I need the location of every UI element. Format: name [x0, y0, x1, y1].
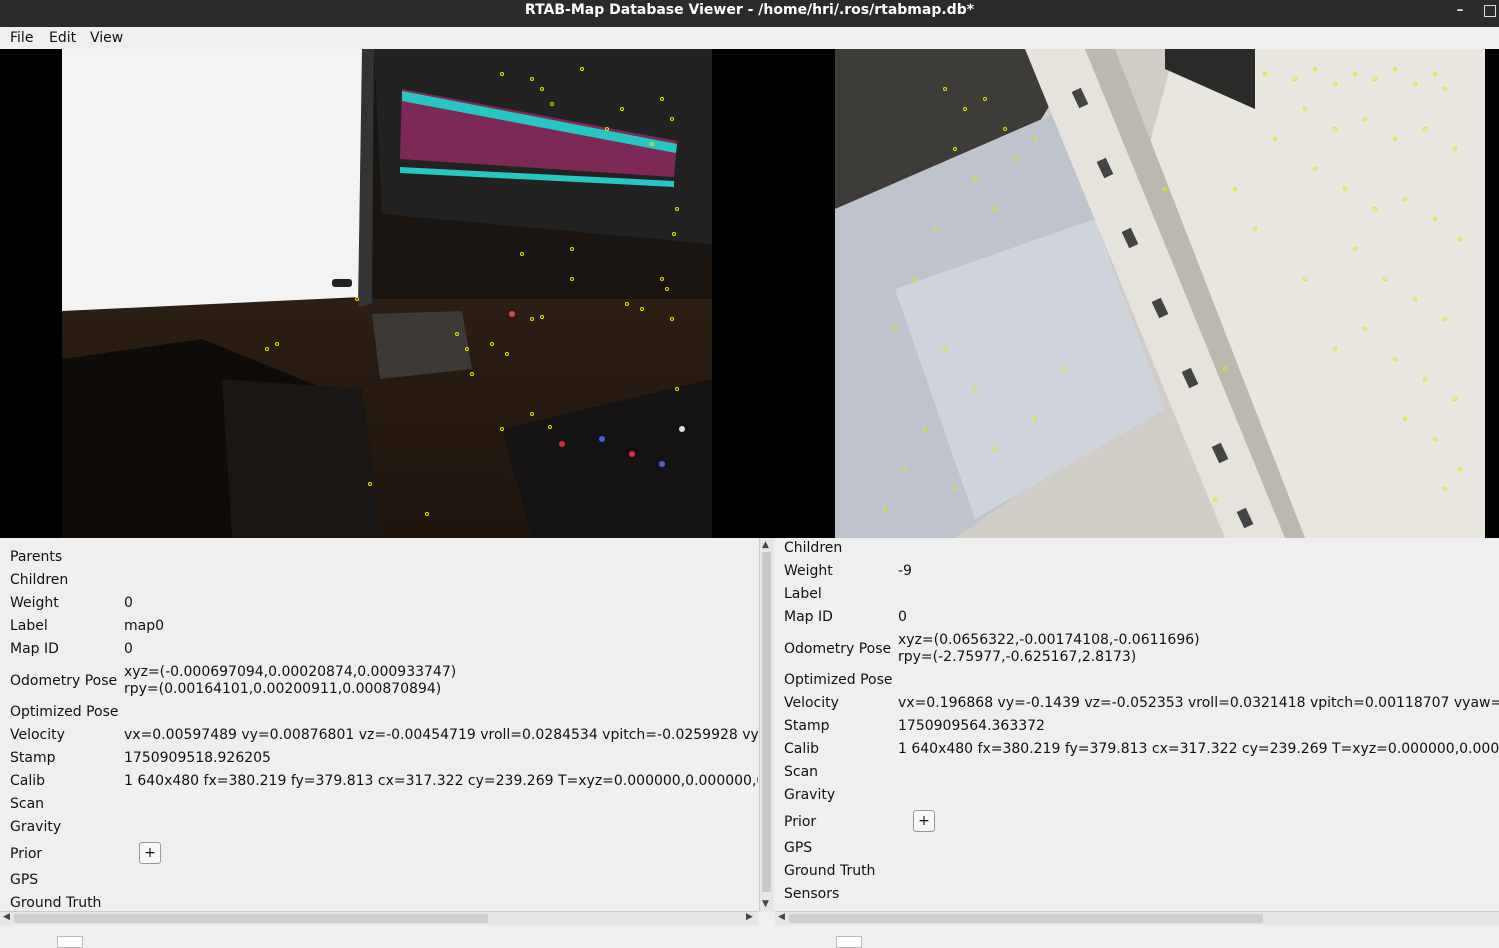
label-value: map0: [124, 618, 165, 634]
window-title: RTAB-Map Database Viewer - /home/hri/.ro…: [524, 2, 975, 18]
gravity-label: Gravity: [10, 819, 62, 835]
odometry-pose-label: Odometry Pose: [10, 673, 118, 689]
label-label: Label: [784, 586, 822, 602]
odometry-pose-rpy: rpy=(-2.75977,-0.625167,2.8173): [898, 649, 1137, 665]
stamp-label: Stamp: [10, 750, 56, 766]
right-panel-horizontal-scrollbar[interactable]: ◀: [775, 911, 1499, 925]
scroll-left-arrow-icon[interactable]: ◀: [3, 912, 10, 922]
menu-edit[interactable]: Edit: [49, 30, 76, 46]
calib-label: Calib: [10, 773, 46, 789]
left-node-spinbox[interactable]: [57, 936, 83, 948]
window-title-bar: RTAB-Map Database Viewer - /home/hri/.ro…: [0, 0, 1499, 27]
prior-expand-button[interactable]: +: [139, 842, 161, 864]
right-node-spinbox[interactable]: [836, 936, 862, 948]
ground-truth-label: Ground Truth: [10, 895, 102, 911]
gps-label: GPS: [10, 872, 39, 888]
image-view-area: [0, 49, 1499, 538]
right-node-info-panel: Children Weight -9 Label Map ID 0 Odomet…: [775, 538, 1499, 924]
optimized-pose-label: Optimized Pose: [784, 672, 893, 688]
scan-label: Scan: [10, 796, 45, 812]
map-id-value: 0: [124, 641, 133, 657]
menu-view[interactable]: View: [90, 30, 123, 46]
left-camera-image[interactable]: [62, 49, 712, 538]
horizontal-scroll-thumb[interactable]: [789, 914, 1263, 923]
odometry-pose-xyz: xyz=(0.0656322,-0.00174108,-0.0611696): [898, 632, 1200, 648]
calib-value: 1 640x480 fx=380.219 fy=379.813 cx=317.3…: [898, 741, 1499, 757]
prior-expand-button[interactable]: +: [913, 810, 935, 832]
odometry-pose-label: Odometry Pose: [784, 641, 892, 657]
velocity-label: Velocity: [10, 727, 65, 743]
optimized-pose-label: Optimized Pose: [10, 704, 119, 720]
prior-label: Prior: [784, 814, 817, 830]
scroll-up-arrow-icon[interactable]: ▲: [762, 540, 769, 550]
velocity-value: vx=0.196868 vy=-0.1439 vz=-0.052353 vrol…: [898, 695, 1499, 711]
weight-value: 0: [124, 595, 133, 611]
stamp-value: 1750909564.363372: [898, 718, 1045, 734]
scroll-right-arrow-icon[interactable]: ▶: [746, 912, 753, 922]
menu-bar: File Edit View: [0, 27, 1499, 49]
calib-label: Calib: [784, 741, 820, 757]
children-label: Children: [10, 572, 69, 588]
left-node-info-panel: Parents Children Weight 0 Label map0 Map…: [0, 538, 758, 924]
minimize-icon[interactable]: –: [1452, 2, 1468, 18]
odometry-pose-rpy: rpy=(0.00164101,0.00200911,0.000870894): [124, 681, 442, 697]
children-label: Children: [784, 540, 843, 556]
gravity-label: Gravity: [784, 787, 836, 803]
gps-label: GPS: [784, 840, 813, 856]
scroll-down-arrow-icon[interactable]: ▼: [762, 899, 769, 909]
bottom-toolbar: [0, 925, 1499, 944]
ground-truth-label: Ground Truth: [784, 863, 876, 879]
weight-label: Weight: [784, 563, 833, 579]
left-panel-horizontal-scrollbar[interactable]: ◀ ▶: [0, 911, 758, 925]
scan-label: Scan: [784, 764, 819, 780]
right-camera-image[interactable]: [835, 49, 1485, 538]
menu-file[interactable]: File: [10, 30, 33, 46]
velocity-label: Velocity: [784, 695, 839, 711]
map-id-label: Map ID: [10, 641, 59, 657]
calib-value: 1 640x480 fx=380.219 fy=379.813 cx=317.3…: [124, 773, 758, 789]
weight-label: Weight: [10, 595, 59, 611]
parents-label: Parents: [10, 549, 63, 565]
maximize-icon[interactable]: [1484, 5, 1496, 17]
stamp-value: 1750909518.926205: [124, 750, 271, 766]
vertical-scroll-thumb[interactable]: [762, 552, 771, 892]
stamp-label: Stamp: [784, 718, 830, 734]
label-label: Label: [10, 618, 48, 634]
prior-label: Prior: [10, 846, 43, 862]
weight-value: -9: [898, 563, 912, 579]
scroll-left-arrow-icon[interactable]: ◀: [778, 912, 785, 922]
left-panel-vertical-scrollbar[interactable]: ▲ ▼: [759, 538, 774, 912]
horizontal-scroll-thumb[interactable]: [14, 914, 488, 923]
sensors-label: Sensors: [784, 886, 840, 902]
map-id-value: 0: [898, 609, 907, 625]
odometry-pose-xyz: xyz=(-0.000697094,0.00020874,0.000933747…: [124, 664, 457, 680]
map-id-label: Map ID: [784, 609, 833, 625]
velocity-value: vx=0.00597489 vy=0.00876801 vz=-0.004547…: [124, 727, 758, 743]
